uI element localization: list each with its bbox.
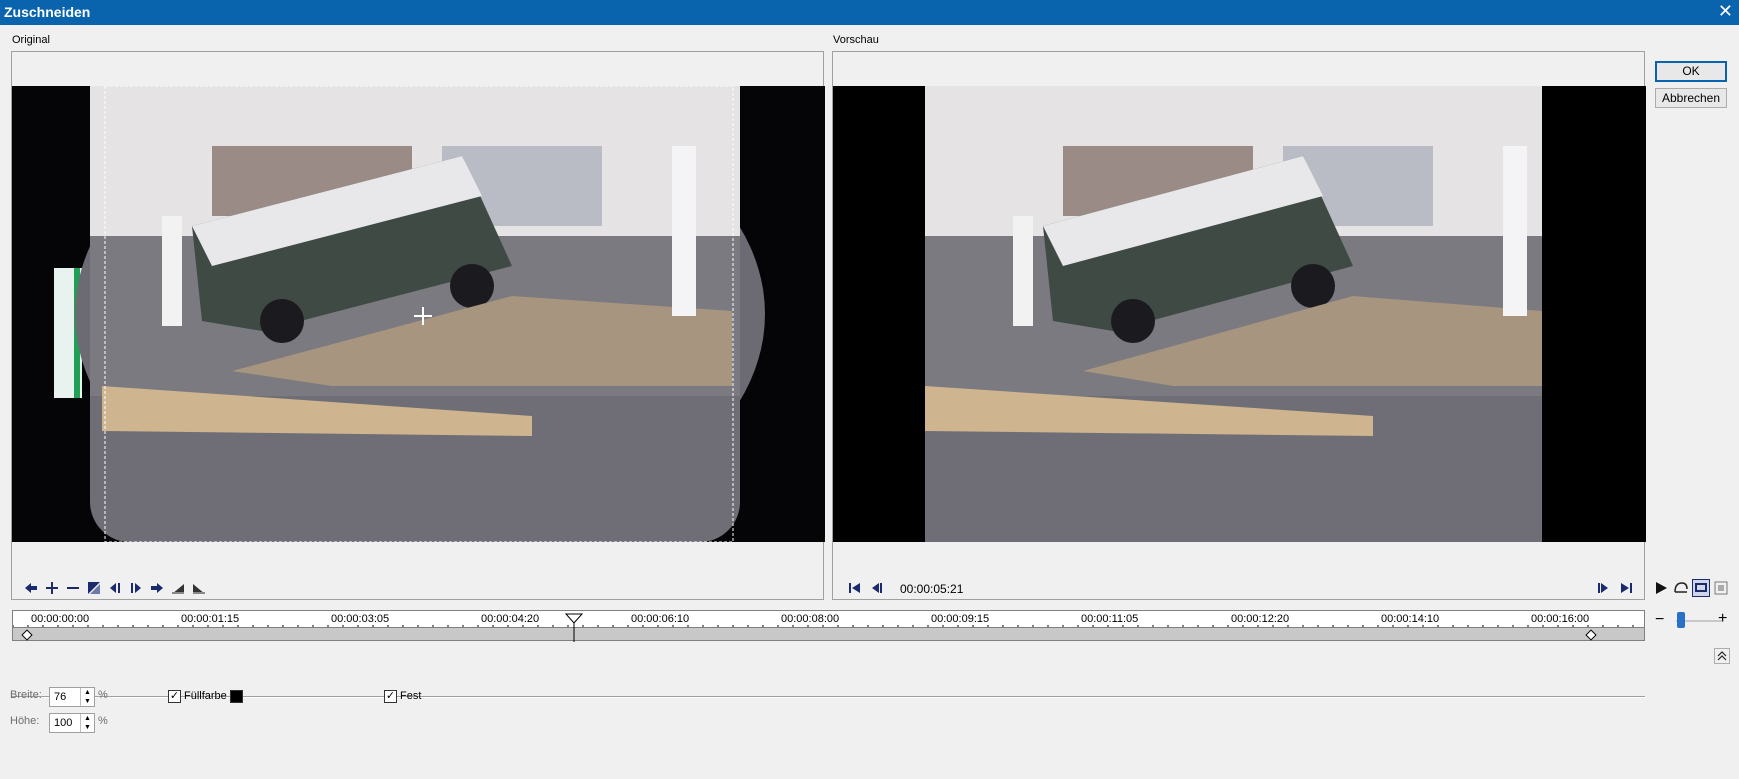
preview-video-frame — [833, 86, 1646, 542]
timeline-tick-label: 00:00:00:00 — [31, 613, 90, 625]
timeline-tick-label: 00:00:09:15 — [931, 613, 990, 625]
next-keyframe-icon[interactable] — [127, 579, 145, 597]
window-title: Zuschneiden — [4, 4, 91, 20]
keyframe-track[interactable] — [13, 627, 1644, 640]
preview-panel — [832, 51, 1646, 600]
play-icon[interactable] — [1652, 579, 1670, 597]
section-divider — [12, 696, 1645, 698]
title-bar: Zuschneiden ✕ — [0, 0, 1739, 25]
preview-video-image — [833, 86, 1646, 542]
step-back-icon[interactable] — [867, 579, 885, 597]
fill-color-swatch[interactable] — [230, 690, 243, 703]
height-spinner-arrows[interactable]: ▲ ▼ — [80, 714, 94, 732]
loop-icon[interactable] — [1672, 579, 1690, 597]
move-right-icon[interactable] — [148, 579, 166, 597]
fixed-label: Fest — [400, 690, 422, 702]
zoom-slider-thumb[interactable] — [1677, 612, 1685, 628]
preview-window-icon[interactable] — [1692, 579, 1710, 597]
keyframe-timeline[interactable]: 00:00:00:00 00:00:01:15 00:00:03:05 00:00:0… — [12, 610, 1645, 642]
timeline-tick-label: 00:00:08:00 — [781, 613, 840, 625]
go-to-start-icon[interactable] — [846, 579, 864, 597]
width-value[interactable]: 76 — [54, 691, 66, 703]
spin-down-icon[interactable]: ▼ — [81, 697, 94, 706]
prev-keyframe-icon[interactable] — [106, 579, 124, 597]
ease-in-icon[interactable] — [169, 579, 187, 597]
original-video-frame[interactable] — [12, 86, 825, 542]
height-unit: % — [98, 715, 108, 727]
external-monitor-icon[interactable] — [1712, 579, 1730, 597]
cancel-button[interactable]: Abbrechen — [1655, 88, 1727, 108]
remove-keyframe-icon[interactable] — [64, 579, 82, 597]
width-spinner[interactable]: 76 ▲ ▼ — [49, 687, 95, 707]
preview-label: Vorschau — [833, 34, 879, 46]
timeline-tick-label: 00:00:01:15 — [181, 613, 240, 625]
fill-color-checkbox[interactable]: ✓ — [168, 690, 181, 703]
spin-up-icon[interactable]: ▲ — [81, 688, 94, 697]
original-label: Original — [12, 34, 50, 46]
zoom-out-button[interactable]: − — [1655, 611, 1664, 629]
original-video-image — [12, 86, 825, 542]
height-label: Höhe: — [10, 715, 40, 727]
timeline-tick-label: 00:00:11:05 — [1081, 613, 1139, 625]
collapse-icon[interactable] — [1714, 648, 1730, 664]
fill-color-label: Füllfarbe — [184, 690, 227, 702]
width-unit: % — [98, 689, 108, 701]
timeline-tick-label: 00:00:06:10 — [631, 613, 690, 625]
height-spinner[interactable]: 100 ▲ ▼ — [49, 713, 95, 733]
close-icon[interactable]: ✕ — [1718, 1, 1733, 22]
width-spinner-arrows[interactable]: ▲ ▼ — [80, 688, 94, 706]
ok-button[interactable]: OK — [1655, 61, 1727, 82]
timeline-tick-label: 00:00:16:00 — [1531, 613, 1590, 625]
height-value[interactable]: 100 — [54, 717, 72, 729]
timeline-tick-label: 00:00:12:20 — [1231, 613, 1290, 625]
spin-up-icon[interactable]: ▲ — [81, 714, 94, 723]
timeline-tick-label: 00:00:03:05 — [331, 613, 390, 625]
spin-down-icon[interactable]: ▼ — [81, 723, 94, 732]
split-icon[interactable] — [85, 579, 103, 597]
crop-dialog: Original Vorschau OK Abbrechen 00:00:05:… — [0, 25, 1739, 779]
current-timecode: 00:00:05:21 — [900, 582, 964, 596]
zoom-in-button[interactable]: + — [1718, 610, 1727, 628]
playhead-marker[interactable] — [564, 611, 584, 642]
add-keyframe-icon[interactable] — [43, 579, 61, 597]
timeline-tick-label: 00:00:04:20 — [481, 613, 540, 625]
timeline-tick-label: 00:00:14:10 — [1381, 613, 1440, 625]
go-to-end-icon[interactable] — [1617, 579, 1635, 597]
fixed-checkbox[interactable]: ✓ — [384, 690, 397, 703]
move-left-icon[interactable] — [22, 579, 40, 597]
ease-out-icon[interactable] — [190, 579, 208, 597]
step-forward-icon[interactable] — [1595, 579, 1613, 597]
width-label: Breite: — [10, 689, 42, 701]
original-panel — [11, 51, 825, 600]
